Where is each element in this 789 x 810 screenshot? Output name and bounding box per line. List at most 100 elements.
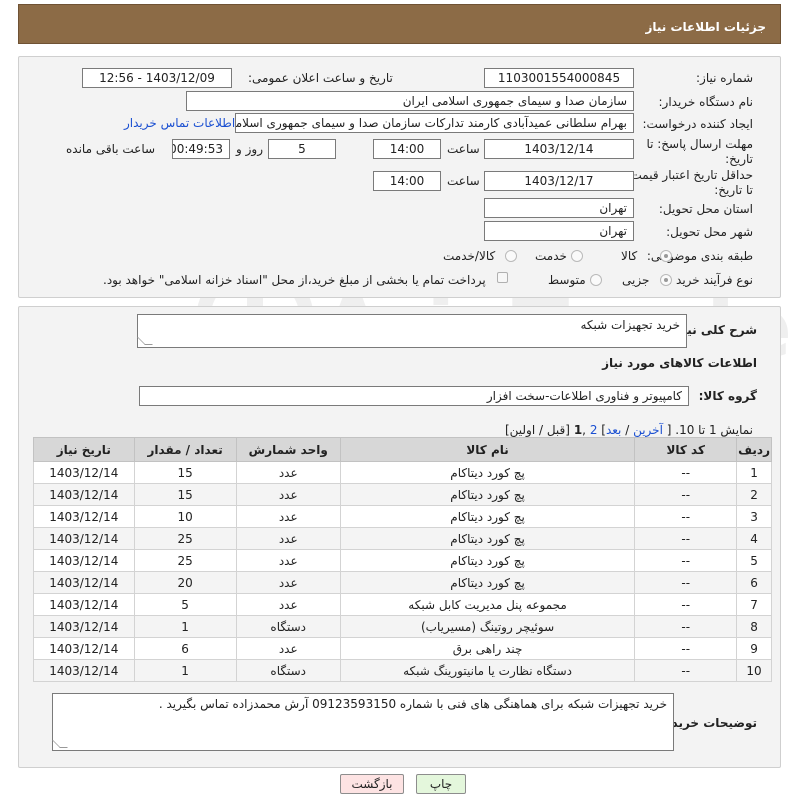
cell-unit: عدد xyxy=(235,637,341,660)
province-field: تهران xyxy=(484,198,634,218)
table-row: 2 -- پچ کورد دیتاکام عدد 15 1403/12/14 xyxy=(33,483,772,506)
column-quantity: تعداد / مقدار xyxy=(133,437,237,462)
cell-item-code: -- xyxy=(634,593,738,616)
days-label: روز و xyxy=(236,142,263,156)
cell-need-date: 1403/12/14 xyxy=(33,527,135,550)
process-option-minor: جزیی xyxy=(622,273,650,287)
table-row: 4 -- پچ کورد دیتاکام عدد 25 1403/12/14 xyxy=(33,527,772,550)
print-button[interactable]: چاپ xyxy=(416,774,466,794)
cell-quantity: 5 xyxy=(133,593,237,616)
cell-item-name: دستگاه نظارت یا مانیتورینگ شبکه xyxy=(339,659,636,682)
cell-quantity: 15 xyxy=(133,461,237,484)
buyer-notes-text: خرید تجهیزات شبکه برای هماهنگی های فنی ب… xyxy=(158,697,667,711)
deadline-label: مهلت ارسال پاسخ: تا تاریخ: xyxy=(646,137,753,166)
table-row: 9 -- چند راهی برق عدد 6 1403/12/14 xyxy=(33,637,772,660)
cell-need-date: 1403/12/14 xyxy=(33,615,135,638)
table-row: 3 -- پچ کورد دیتاکام عدد 10 1403/12/14 xyxy=(33,505,772,528)
back-button[interactable]: بازگشت xyxy=(340,774,404,794)
category-option-service: خدمت xyxy=(535,249,567,263)
cell-need-date: 1403/12/14 xyxy=(33,637,135,660)
table-row: 5 -- پچ کورد دیتاکام عدد 25 1403/12/14 xyxy=(33,549,772,572)
cell-item-code: -- xyxy=(634,461,738,484)
cell-row-number: 10 xyxy=(736,659,772,682)
remaining-label: ساعت باقی مانده xyxy=(66,142,156,156)
pagination-next-link[interactable]: بعد xyxy=(606,423,621,437)
cell-item-code: -- xyxy=(634,505,738,528)
pagination-prev-first: [قبل / اولین] xyxy=(504,423,570,437)
cell-item-name: پچ کورد دیتاکام xyxy=(339,549,636,572)
buyer-org-label: نام دستگاه خریدار: xyxy=(658,95,754,109)
cell-item-code: -- xyxy=(634,527,738,550)
cell-item-name: مجموعه پنل مدیریت کابل شبکه xyxy=(339,593,636,616)
category-radio-service[interactable] xyxy=(571,250,583,262)
table-row: 8 -- سوئیچر روتینگ (مسیریاب) دستگاه 1 1403/12… xyxy=(33,615,772,638)
deadline-time-field: 14:00 xyxy=(373,139,441,159)
cell-quantity: 20 xyxy=(133,571,237,594)
description-text: خرید تجهیزات شبکه xyxy=(580,318,680,332)
process-option-medium: متوسط xyxy=(548,273,586,287)
category-option-goods: کالا xyxy=(621,249,638,263)
cell-need-date: 1403/12/14 xyxy=(33,571,135,594)
cell-need-date: 1403/12/14 xyxy=(33,659,135,682)
city-label: شهر محل تحویل: xyxy=(666,225,753,239)
creator-label: ایجاد کننده درخواست: xyxy=(642,117,753,131)
process-radio-medium[interactable] xyxy=(590,274,602,286)
pagination-last-link[interactable]: آخرین xyxy=(633,423,663,437)
announce-field: 1403/12/09 - 12:56 xyxy=(82,68,232,88)
cell-row-number: 8 xyxy=(736,615,772,638)
cell-quantity: 15 xyxy=(133,483,237,506)
column-item-code: کد کالا xyxy=(634,437,738,462)
column-need-date: تاریخ نیاز xyxy=(33,437,135,462)
pagination-current-page: 1 xyxy=(573,423,583,437)
column-item-name: نام کالا xyxy=(339,437,636,462)
category-option-goods-service: کالا/خدمت xyxy=(443,249,496,263)
cell-unit: دستگاه xyxy=(235,615,341,638)
cell-unit: عدد xyxy=(235,483,341,506)
cell-row-number: 9 xyxy=(736,637,772,660)
page-title: جزئیات اطلاعات نیاز xyxy=(645,20,766,34)
pagination-range: نمایش 1 تا 10. [ xyxy=(666,423,753,437)
table-row: 7 -- مجموعه پنل مدیریت کابل شبکه عدد 5 1403/1… xyxy=(33,593,772,616)
cell-quantity: 25 xyxy=(133,527,237,550)
cell-item-name: چند راهی برق xyxy=(339,637,636,660)
goods-group-field: کامپیوتر و فناوری اطلاعات-سخت افزار xyxy=(139,386,689,406)
cell-item-code: -- xyxy=(634,659,738,682)
city-field: تهران xyxy=(484,221,634,241)
cell-unit: عدد xyxy=(235,527,341,550)
cell-need-date: 1403/12/14 xyxy=(33,593,135,616)
process-radio-minor[interactable] xyxy=(660,274,672,286)
pagination-page-2[interactable]: 2 xyxy=(590,423,598,437)
cell-need-date: 1403/12/14 xyxy=(33,483,135,506)
category-radio-goods-service[interactable] xyxy=(505,250,517,262)
pagination-separator: / xyxy=(621,423,634,437)
cell-item-code: -- xyxy=(634,483,738,506)
resize-handle-icon[interactable] xyxy=(137,337,153,345)
cell-row-number: 7 xyxy=(736,593,772,616)
treasury-payment-note: پرداخت تمام یا بخشی از مبلغ خرید،از محل … xyxy=(103,273,486,287)
buyer-contact-link[interactable]: اطلاعات تماس خریدار xyxy=(124,116,235,130)
creator-field: بهرام سلطانی عمیدآبادی کارمند تدارکات سا… xyxy=(235,113,634,133)
cell-item-code: -- xyxy=(634,571,738,594)
resize-handle-icon[interactable] xyxy=(52,740,68,748)
description-textarea: خرید تجهیزات شبکه xyxy=(137,314,687,348)
cell-quantity: 1 xyxy=(133,615,237,638)
process-label: نوع فرآیند خرید : xyxy=(668,273,753,287)
announce-label: تاریخ و ساعت اعلان عمومی: xyxy=(248,71,393,85)
cell-need-date: 1403/12/14 xyxy=(33,461,135,484)
validity-label: حداقل تاریخ اعتبار قیمت: تا تاریخ: xyxy=(626,168,753,197)
cell-item-name: پچ کورد دیتاکام xyxy=(339,461,636,484)
cell-row-number: 3 xyxy=(736,505,772,528)
validity-time-field: 14:00 xyxy=(373,171,441,191)
cell-row-number: 6 xyxy=(736,571,772,594)
cell-item-code: -- xyxy=(634,637,738,660)
cell-unit: دستگاه xyxy=(235,659,341,682)
deadline-time-label: ساعت xyxy=(447,142,480,156)
cell-item-name: پچ کورد دیتاکام xyxy=(339,483,636,506)
validity-date-field: 1403/12/17 xyxy=(484,171,634,191)
column-row-number: ردیف xyxy=(736,437,772,462)
page-header: جزئیات اطلاعات نیاز xyxy=(18,4,781,44)
category-radio-goods[interactable] xyxy=(660,250,672,262)
cell-row-number: 4 xyxy=(736,527,772,550)
treasury-payment-checkbox[interactable] xyxy=(497,272,508,283)
province-label: استان محل تحویل: xyxy=(658,202,753,216)
